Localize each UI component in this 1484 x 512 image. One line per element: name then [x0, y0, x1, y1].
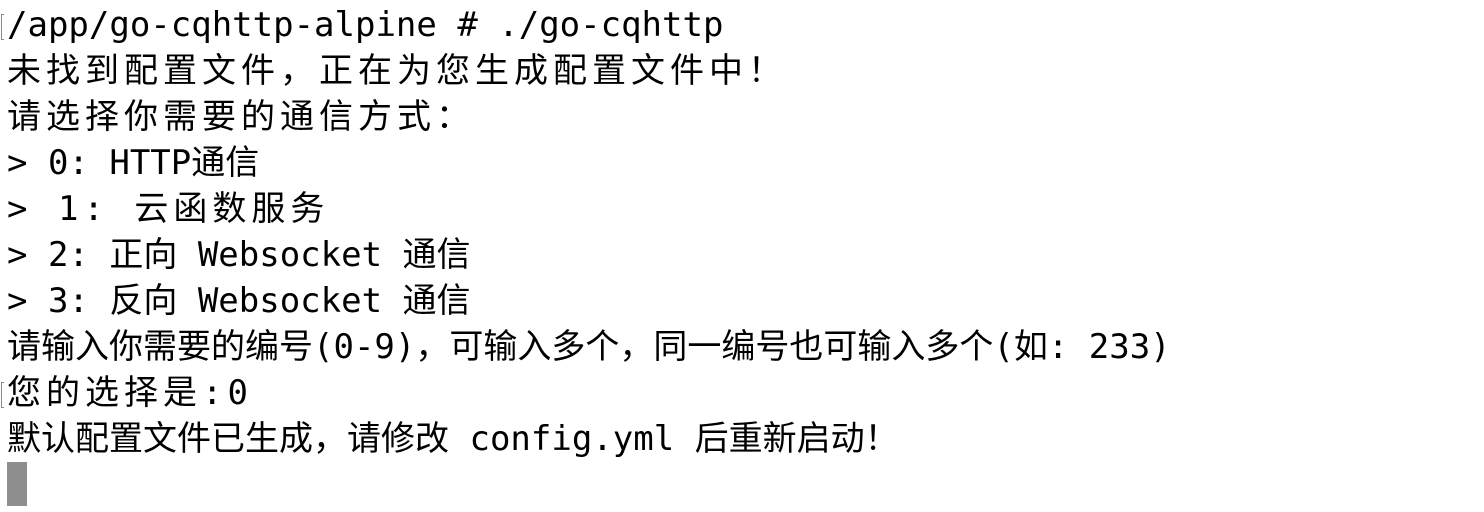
terminal-line-choose-mode: 请选择你需要的通信方式： [7, 97, 475, 137]
terminal-window[interactable]: /app/go-cqhttp-alpine # ./go-cqhttp 未找到配… [0, 0, 1484, 512]
input-mark [1, 382, 4, 408]
terminal-line-command: /app/go-cqhttp-alpine # ./go-cqhttp [1, 2, 1484, 48]
terminal-cursor[interactable] [7, 462, 27, 506]
terminal-line-option-0: > 0: HTTP通信 [7, 143, 260, 183]
terminal-line-option-1: > 1: 云函数服务 [7, 189, 330, 229]
terminal-line-input-prompt: 请输入你需要的编号(0-9)，可输入多个，同一编号也可输入多个(如: 233) [7, 327, 1171, 367]
terminal-line-selection: 您的选择是:0 [1, 370, 1484, 416]
prompt-mark [1, 14, 4, 40]
terminal-line-option-3: > 3: 反向 Websocket 通信 [7, 281, 471, 321]
terminal-line-option-2: > 2: 正向 Websocket 通信 [7, 235, 471, 275]
terminal-line-no-config: 未找到配置文件，正在为您生成配置文件中！ [7, 51, 787, 91]
terminal-line-config-generated: 默认配置文件已生成，请修改 config.yml 后重新启动！ [7, 419, 899, 459]
